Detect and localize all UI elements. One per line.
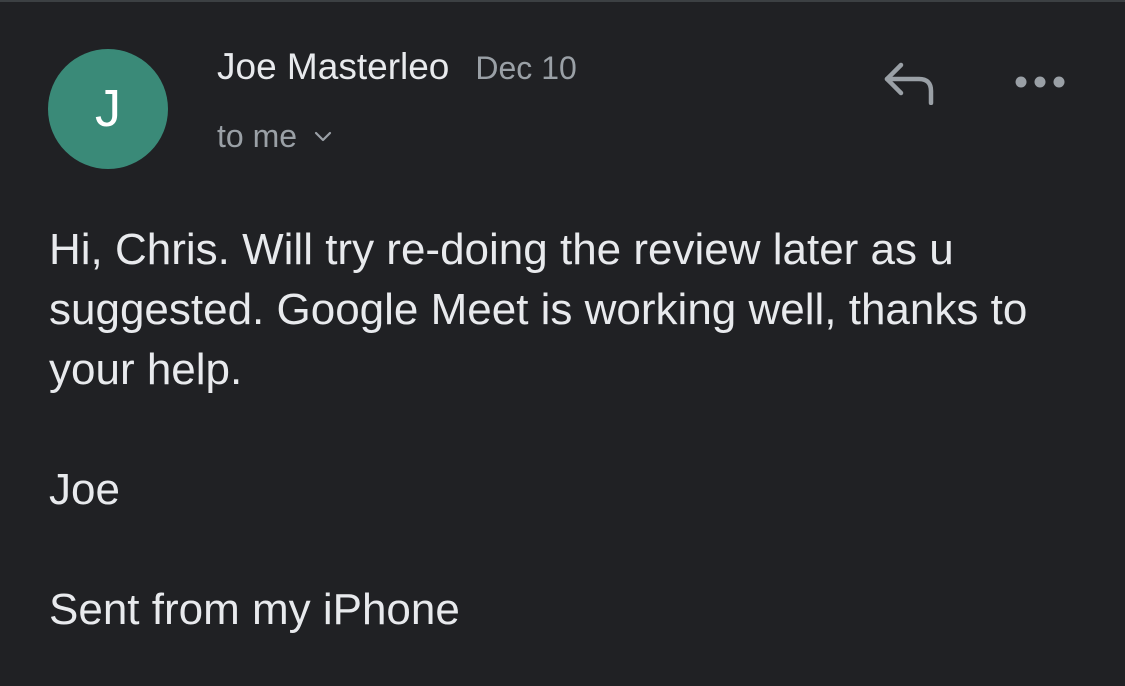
avatar[interactable]: J xyxy=(48,49,168,169)
sender-name[interactable]: Joe Masterleo xyxy=(217,46,449,88)
recipient-label: to me xyxy=(217,118,298,154)
more-horizontal-icon xyxy=(1014,75,1066,94)
message-body: Hi, Chris. Will try re-doing the review … xyxy=(49,220,1079,400)
more-options-button[interactable] xyxy=(1004,60,1076,108)
reply-icon xyxy=(879,59,937,110)
recipient-details-toggle[interactable]: to me xyxy=(217,118,333,155)
message-footer: Sent from my iPhone xyxy=(49,585,460,634)
message-signature: Joe xyxy=(49,465,120,514)
top-divider xyxy=(0,0,1125,2)
message-body-text: Hi, Chris. Will try re-doing the review … xyxy=(49,225,1028,394)
avatar-initial: J xyxy=(95,80,121,138)
sent-date: Dec 10 xyxy=(475,50,577,86)
sender-header: Joe Masterleo Dec 10 xyxy=(217,46,577,88)
reply-button[interactable] xyxy=(872,54,944,114)
chevron-down-icon xyxy=(313,130,333,144)
